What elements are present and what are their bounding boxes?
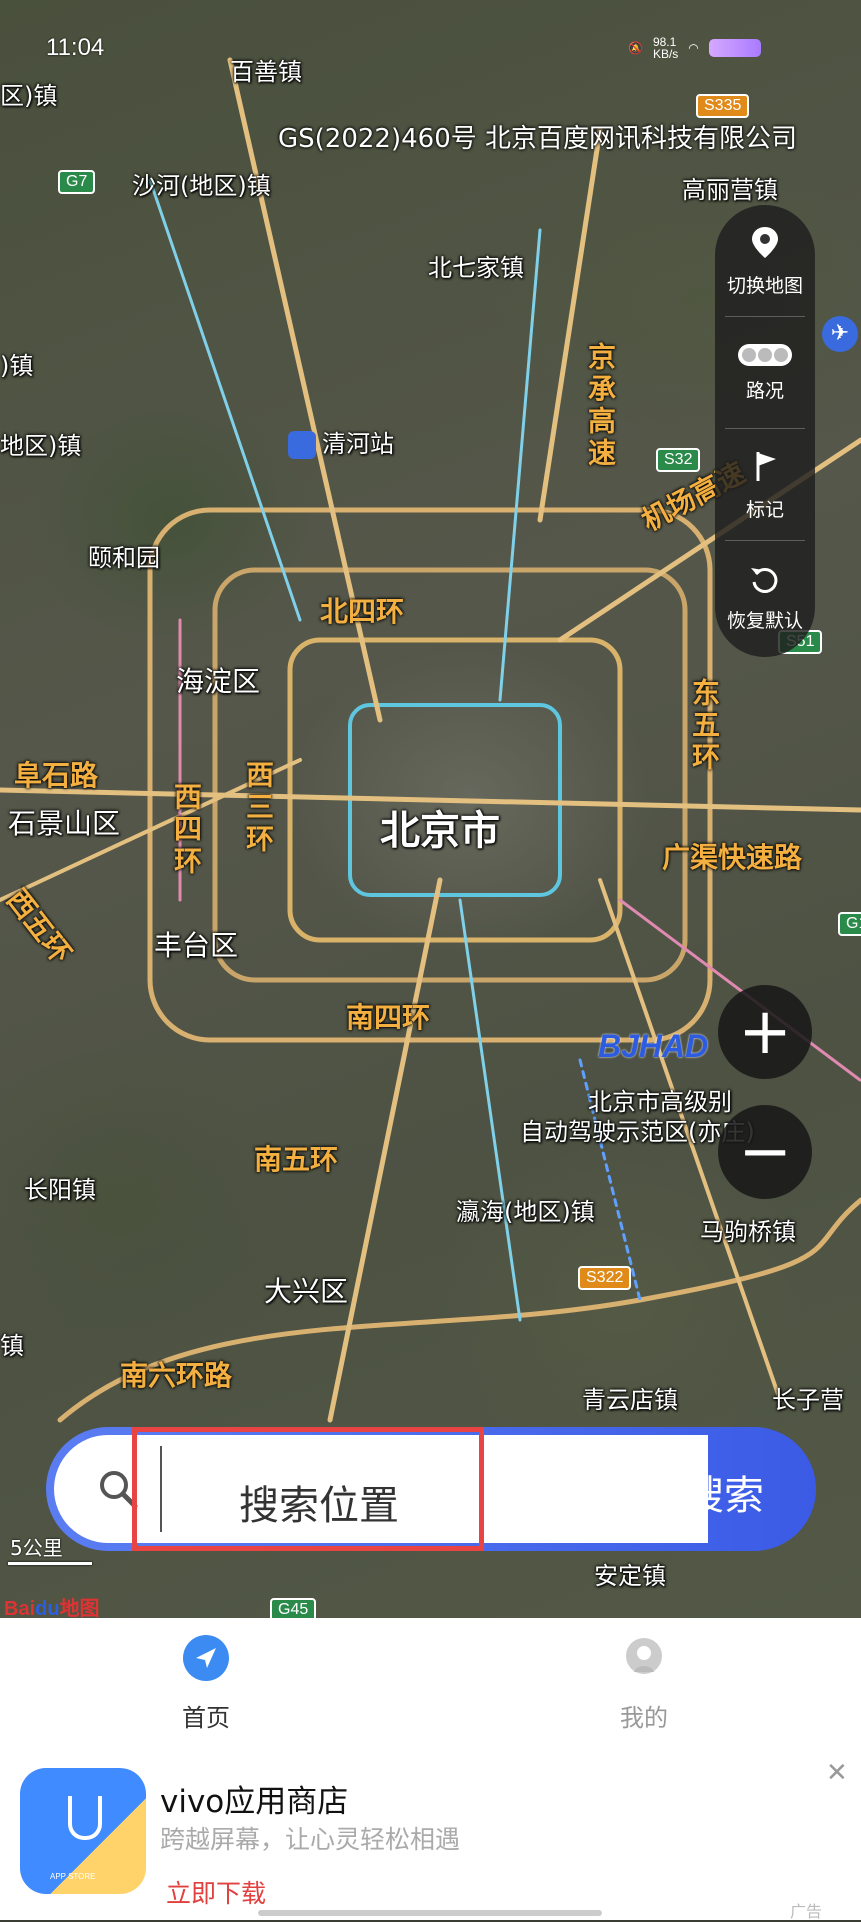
ad-title: vivo应用商店 <box>160 1784 349 1820</box>
map-controls: 切换地图 路况 标记 恢复默认 <box>715 205 815 657</box>
road-label: 南五环 <box>254 1143 339 1176</box>
place-label: 马驹桥镇 <box>700 1218 796 1246</box>
ad-download-link[interactable]: 立即下载 <box>166 1874 266 1910</box>
status-time: 11:04 <box>46 34 105 61</box>
highway-shield: S335 <box>696 94 750 118</box>
reset-icon <box>751 567 778 593</box>
status-icons: 🔕 98.1 KB/s ◠ <box>628 36 761 60</box>
tab-bar: 首页 我的 <box>0 1618 861 1758</box>
place-label: 长阳镇 <box>24 1176 96 1204</box>
ad-subtitle: 跨越屏幕，让心灵轻松相遇 <box>160 1825 461 1854</box>
map-view[interactable]: 11:04 🔕 98.1 KB/s ◠ GS(2022)460号 北京百度网讯科… <box>0 0 861 1618</box>
search-button[interactable]: 搜索 <box>684 1463 764 1521</box>
reset-button[interactable]: 恢复默认 <box>715 541 815 653</box>
train-station-icon <box>288 431 316 459</box>
place-label: 高丽营镇 <box>682 176 778 204</box>
map-copyright: GS(2022)460号 北京百度网讯科技有限公司 <box>278 124 797 154</box>
district-label: 丰台区 <box>154 929 239 962</box>
mark-button[interactable]: 标记 <box>715 429 815 541</box>
place-label: 区)镇 <box>0 82 58 110</box>
airport-icon[interactable]: ✈ <box>822 316 858 352</box>
highway-shield: G45 <box>270 1598 317 1618</box>
tab-home-label: 首页 <box>182 1704 230 1732</box>
road-label: 京承高速 <box>584 342 617 470</box>
close-icon[interactable]: ✕ <box>826 1758 848 1788</box>
reset-label: 恢复默认 <box>726 609 803 632</box>
metro-2 <box>498 228 542 702</box>
station-label[interactable]: 清河站 <box>288 424 394 459</box>
traffic-icon <box>738 343 792 366</box>
road-label: 北四环 <box>320 595 405 628</box>
net-speed: 98.1 KB/s <box>652 35 679 61</box>
map-pin-icon <box>752 226 778 258</box>
road-label: 西三环 <box>242 760 275 856</box>
place-label: 地区)镇 <box>0 432 82 460</box>
app-store-icon: APP STORE <box>20 1768 146 1894</box>
search-highlight-box <box>132 1427 484 1551</box>
place-label: 百善镇 <box>230 58 302 86</box>
user-icon <box>626 1638 662 1674</box>
place-label: 沙河(地区)镇 <box>132 172 271 200</box>
district-label: 海淀区 <box>176 665 261 698</box>
place-label: )镇 <box>0 352 34 380</box>
home-indicator[interactable] <box>258 1910 602 1916</box>
road-south <box>327 877 443 1423</box>
tab-mine-label: 我的 <box>620 1704 668 1732</box>
tab-mine[interactable]: 我的 <box>620 1634 668 1733</box>
road-label: 东五环 <box>688 678 721 774</box>
place-label: 长子营 <box>772 1386 844 1414</box>
switch-map-label: 切换地图 <box>726 274 803 297</box>
switch-map-button[interactable]: 切换地图 <box>715 205 815 317</box>
place-label: 安定镇 <box>594 1562 666 1590</box>
highway-shield: G1 <box>838 912 861 936</box>
city-label: 北京市 <box>380 808 500 854</box>
zoom-out-button[interactable]: − <box>718 1105 812 1199</box>
scale-bar <box>8 1562 92 1565</box>
wifi-icon: ◠ <box>688 41 699 55</box>
scale-label: 5公里 <box>10 1536 63 1560</box>
place-label: 青云店镇 <box>582 1386 678 1414</box>
ad-tag: 广告 <box>790 1902 823 1921</box>
traffic-button[interactable]: 路况 <box>715 317 815 429</box>
place-label: 瀛海(地区)镇 <box>456 1198 595 1226</box>
battery-icon <box>708 39 761 57</box>
road-label: 南四环 <box>346 1001 431 1034</box>
bjhad-logo: BJHAD <box>598 1028 709 1064</box>
mark-label: 标记 <box>745 498 784 521</box>
district-label: 石景山区 <box>8 807 121 840</box>
flag-icon <box>756 451 776 481</box>
place-label: 镇 <box>0 1332 24 1360</box>
zoom-in-button[interactable]: + <box>718 985 812 1079</box>
traffic-label: 路况 <box>745 379 784 402</box>
district-label: 大兴区 <box>264 1275 349 1308</box>
ad-banner[interactable]: APP STORE vivo应用商店 跨越屏幕，让心灵轻松相遇 立即下载 ✕ 广… <box>0 1758 861 1921</box>
road-label: 南六环路 <box>120 1359 233 1392</box>
road-label: 阜石路 <box>14 759 99 792</box>
highway-shield: S32 <box>656 448 701 472</box>
highway-shield: G7 <box>58 170 96 194</box>
metro-1 <box>148 178 302 622</box>
baidu-logo: Baidu地图 <box>4 1598 100 1618</box>
highway-shield: S322 <box>578 1266 632 1290</box>
mute-icon: 🔕 <box>628 41 643 55</box>
place-label: 北七家镇 <box>428 254 524 282</box>
road-label: 西四环 <box>170 782 203 878</box>
place-label: 颐和园 <box>88 544 160 572</box>
navigation-icon <box>183 1635 229 1681</box>
tab-home[interactable]: 首页 <box>182 1634 230 1733</box>
road-label: 广渠快速路 <box>662 841 803 874</box>
metro-3 <box>458 898 522 1322</box>
